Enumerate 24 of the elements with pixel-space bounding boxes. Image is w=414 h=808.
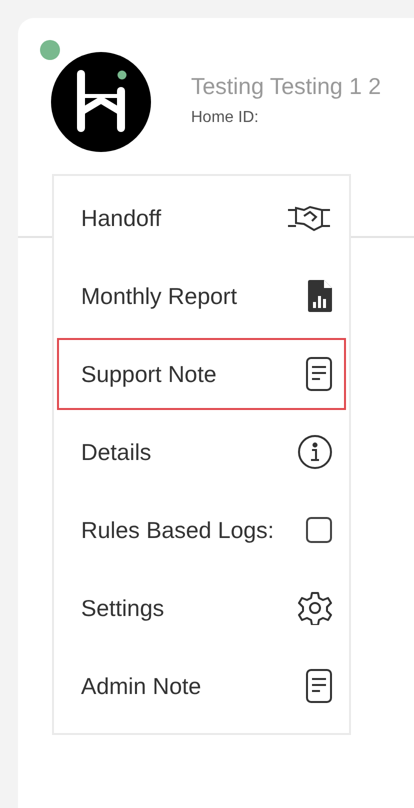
report-icon	[308, 280, 332, 312]
menu-item[interactable]: Details	[57, 416, 346, 488]
menu-item[interactable]: Support Note	[57, 338, 346, 410]
menu-item-label: Handoff	[81, 204, 162, 233]
handshake-icon	[286, 204, 332, 232]
home-title: Testing Testing 1 2	[191, 74, 382, 100]
menu-item[interactable]: Settings	[57, 572, 346, 644]
checkbox[interactable]	[306, 517, 332, 543]
menu-item-label: Rules Based Logs:	[81, 516, 274, 545]
menu-item-label: Admin Note	[81, 672, 202, 701]
menu-item-label: Details	[81, 438, 152, 467]
menu-item[interactable]: Rules Based Logs:	[57, 494, 346, 566]
menu-item-label: Monthly Report	[81, 282, 237, 311]
menu-item-label: Support Note	[81, 360, 217, 389]
home-id-label: Home ID:	[191, 108, 260, 128]
info-icon	[298, 435, 332, 469]
menu-item-label: Settings	[81, 594, 164, 623]
settings-icon	[298, 591, 332, 625]
logo-icon	[51, 52, 151, 152]
note-icon	[306, 669, 332, 703]
menu-item[interactable]: Monthly Report	[57, 260, 346, 332]
menu-item[interactable]: Admin Note	[57, 650, 346, 722]
menu-item[interactable]: Handoff	[57, 182, 346, 254]
note-icon	[306, 357, 332, 391]
